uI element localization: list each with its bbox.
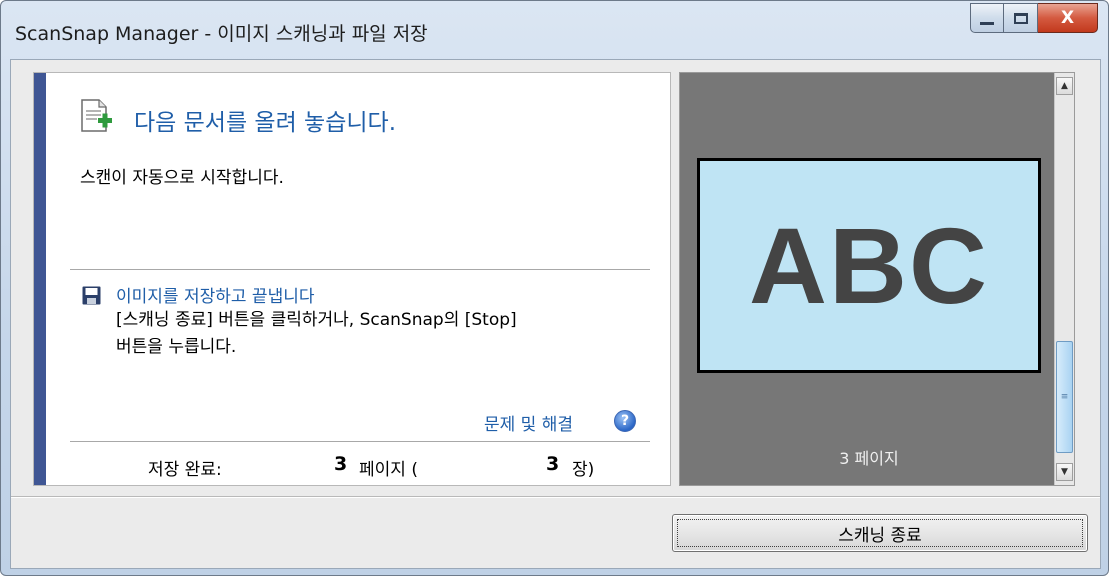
pages-unit: 페이지 (	[359, 460, 418, 480]
scansnap-window: ScanSnap Manager - 이미지 스캐닝과 파일 저장 X 다음 문…	[0, 0, 1109, 576]
minimize-button[interactable]	[970, 3, 1004, 33]
footer-divider	[11, 496, 1100, 498]
instruction-heading: 다음 문서를 올려 놓습니다.	[134, 110, 397, 136]
divider	[70, 441, 650, 442]
minimize-icon	[980, 21, 994, 25]
help-icon[interactable]: ?	[614, 410, 636, 432]
save-icon	[82, 286, 101, 305]
status-label: 저장 완료:	[148, 460, 222, 480]
sheets-count: 3	[546, 453, 560, 475]
instruction-panel: 다음 문서를 올려 놓습니다. 스캔이 자동으로 시작합니다. 이미지를 저장하…	[33, 72, 671, 486]
preview-scrollbar[interactable]: ▲ ≡ ▼	[1054, 73, 1074, 485]
auto-start-text: 스캔이 자동으로 시작합니다.	[80, 168, 284, 188]
arrow-up-icon: ▲	[1061, 81, 1068, 91]
save-and-finish-link[interactable]: 이미지를 저장하고 끝냅니다	[116, 282, 315, 307]
maximize-icon	[1013, 12, 1028, 24]
pages-count: 3	[334, 453, 348, 475]
save-instructions-line: [스캐닝 종료] 버튼을 클릭하거나, ScanSnap의 [Stop]	[116, 310, 517, 330]
grip-icon: ≡	[1060, 392, 1069, 402]
scanned-page-thumbnail[interactable]: ABC	[697, 158, 1041, 373]
maximize-button[interactable]	[1004, 3, 1038, 33]
divider	[70, 269, 650, 270]
close-button[interactable]: X	[1038, 3, 1098, 33]
troubleshooting-link[interactable]: 문제 및 해결	[484, 410, 573, 435]
arrow-down-icon: ▼	[1061, 467, 1068, 477]
window-title: ScanSnap Manager - 이미지 스캐닝과 파일 저장	[15, 23, 428, 45]
scroll-up-button[interactable]: ▲	[1056, 77, 1073, 95]
save-instructions: [스캐닝 종료] 버튼을 클릭하거나, ScanSnap의 [Stop] 버튼을…	[116, 307, 636, 361]
save-status: 저장 완료: 3 페이지 ( 3 장)	[34, 453, 670, 483]
close-icon: X	[1060, 8, 1075, 28]
stop-scanning-button[interactable]: 스캐닝 종료	[672, 514, 1088, 552]
page-number-label: 3 페이지	[839, 449, 899, 468]
stop-scanning-label: 스캐닝 종료	[838, 525, 922, 546]
add-document-icon	[81, 99, 112, 132]
title-bar[interactable]: ScanSnap Manager - 이미지 스캐닝과 파일 저장 X	[1, 1, 1108, 59]
scroll-thumb[interactable]: ≡	[1056, 341, 1073, 453]
dialog-client: 다음 문서를 올려 놓습니다. 스캔이 자동으로 시작합니다. 이미지를 저장하…	[10, 59, 1101, 569]
caption-buttons: X	[970, 3, 1098, 35]
accent-bar	[34, 73, 46, 485]
page-content-text: ABC	[749, 204, 989, 326]
scan-preview-pane: ABC 3 페이지 ▲ ≡ ▼	[679, 72, 1075, 486]
sheets-unit: 장)	[572, 460, 595, 480]
scroll-down-button[interactable]: ▼	[1056, 463, 1073, 481]
save-instructions-line: 버튼을 누릅니다.	[116, 337, 237, 357]
